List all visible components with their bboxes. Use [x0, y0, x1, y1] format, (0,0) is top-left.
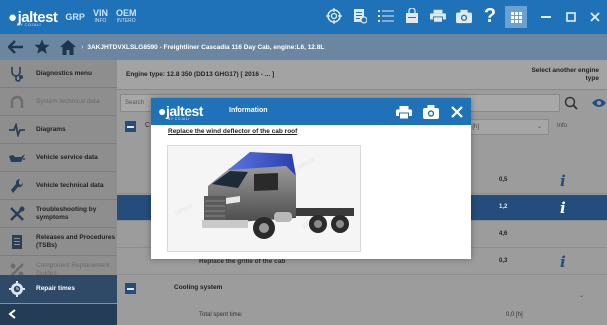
- total-value: 0,0 [h]: [506, 312, 523, 318]
- dialog-title: Information: [229, 107, 268, 114]
- maximize-button[interactable]: [562, 8, 580, 26]
- dialog-logo-subtitle: BY COJALI: [168, 117, 190, 121]
- info-icon[interactable]: i: [560, 172, 566, 190]
- breadcrumb: 3AKJHTDVXLSLG8590 - Freightliner Cascadi…: [87, 43, 325, 51]
- sidebar-item-label: Troubleshooting by symptoms: [36, 206, 97, 221]
- apps-icon[interactable]: [505, 6, 527, 28]
- search-icon[interactable]: [562, 94, 580, 112]
- sidebar-item-label: Releases and Procedures (TSBs): [36, 234, 116, 249]
- top-nav: GRP VIN INFO OEM INTERO: [65, 9, 136, 25]
- minimize-button[interactable]: [537, 8, 555, 26]
- eye-icon[interactable]: [590, 94, 607, 112]
- section-collapse-checkbox[interactable]: [125, 283, 136, 294]
- top-icon-group: ?: [326, 6, 498, 26]
- camera-icon[interactable]: [421, 102, 441, 122]
- svg-text:jaltest: jaltest: [173, 203, 193, 218]
- stethoscope-icon: [8, 65, 26, 83]
- info-icon[interactable]: i: [560, 253, 566, 271]
- sidebar-item-label: Vehicle service data: [36, 153, 98, 161]
- document-icon[interactable]: [352, 7, 368, 25]
- info-icon[interactable]: i: [560, 199, 566, 217]
- back-icon: [8, 306, 16, 324]
- printer-icon[interactable]: [394, 102, 414, 122]
- sidebar-item-vehicle-technical-data[interactable]: Vehicle technical data: [0, 172, 117, 200]
- sidebar-item-troubleshooting[interactable]: Troubleshooting by symptoms: [0, 200, 117, 228]
- favorite-star-icon[interactable]: [32, 37, 52, 57]
- sidebar-item-label: Diagrams: [36, 125, 66, 133]
- gear-clock-icon: [8, 280, 26, 298]
- diagram-icon: [8, 121, 26, 139]
- close-icon[interactable]: [447, 102, 467, 122]
- top-bar: ● jaltest BY COJALI GRP VIN INFO OEM INTERO…: [0, 0, 607, 34]
- back-arrow-icon[interactable]: [6, 37, 26, 57]
- section-row-cooling[interactable]: Cooling system: [117, 276, 607, 302]
- home-icon[interactable]: [58, 37, 78, 57]
- engine-type-row: Engine type: 12.8 350 (DD13 GHG17) [ 201…: [117, 60, 607, 90]
- sidebar-item-label: Vehicle technical data: [36, 181, 104, 189]
- time-value: 0,5: [499, 177, 508, 183]
- breadcrumb-bar: › 3AKJHTDVXLSLG8590 - Freightliner Casca…: [0, 34, 607, 60]
- truck-image: jaltestjaltestjaltest jaltestjaltest: [167, 145, 361, 252]
- sidebar-item-repair-times[interactable]: Repair times: [0, 275, 117, 303]
- sidebar-item-vehicle-service-data[interactable]: Vehicle service data: [0, 144, 117, 172]
- information-dialog: ●jaltest BY COJALI Information Replace t…: [151, 98, 471, 259]
- target-icon[interactable]: [326, 7, 342, 25]
- grp-button[interactable]: GRP: [65, 13, 85, 22]
- time-value: 4,6: [499, 231, 508, 237]
- sidebar-item-system-technical-data[interactable]: System technical data: [0, 88, 117, 116]
- section-title-fragment: C: [145, 122, 151, 129]
- shopping-bag-icon[interactable]: [404, 7, 420, 25]
- sidebar-item-releases-tsbs[interactable]: Releases and Procedures (TSBs): [0, 228, 117, 256]
- section-title: Cooling system: [174, 284, 223, 291]
- close-window-button[interactable]: [586, 8, 604, 26]
- time-value: 0,3: [499, 258, 508, 264]
- sidebar: Diagnostics menu System technical data D…: [0, 60, 117, 325]
- vin-info-button[interactable]: VIN INFO: [93, 9, 108, 25]
- oil-can-icon: [8, 149, 26, 167]
- camera-icon[interactable]: [456, 7, 472, 25]
- chevron-right-icon: ›: [81, 43, 84, 51]
- bulletin-icon: [8, 233, 26, 251]
- dialog-caption: Replace the wind deflector of the cab ro…: [168, 128, 298, 135]
- printer-icon[interactable]: [430, 7, 446, 25]
- wrench-icon: [8, 177, 26, 195]
- total-label: Total spent time:: [199, 312, 243, 318]
- svg-text:jaltest: jaltest: [295, 157, 315, 172]
- time-value: 1,2: [499, 204, 508, 210]
- chevron-down-icon: ⌄: [536, 124, 542, 130]
- sidebar-item-diagrams[interactable]: Diagrams: [0, 116, 117, 144]
- info-column-header: Info: [557, 123, 568, 129]
- list-icon[interactable]: [378, 7, 394, 25]
- sidebar-back-button[interactable]: [0, 304, 117, 325]
- row-description: Replace the grille of the cab: [199, 258, 286, 265]
- tools-icon: [8, 205, 26, 223]
- dialog-header: ●jaltest BY COJALI Information: [151, 98, 471, 125]
- sidebar-item-diagnostics-menu[interactable]: Diagnostics menu: [0, 60, 117, 88]
- oem-intero-button[interactable]: OEM INTERO: [116, 9, 137, 25]
- logo-subtitle: BY COJALI: [17, 22, 41, 27]
- sidebar-item-label: Repair times: [36, 285, 76, 293]
- total-row: Total spent time: 0,0 [h]: [117, 307, 607, 325]
- select-another-engine-button[interactable]: Select another engine type: [529, 67, 599, 83]
- horseshoe-icon: [8, 93, 26, 111]
- scroll-down-icon[interactable]: ⌄: [579, 292, 584, 299]
- help-icon[interactable]: ?: [482, 6, 498, 26]
- section-collapse-checkbox[interactable]: [125, 121, 136, 132]
- engine-type-label: Engine type: 12.8 350 (DD13 GHG17) [ 201…: [126, 71, 275, 78]
- sidebar-item-label: Diagnostics menu: [36, 69, 92, 77]
- sidebar-item-label: System technical data: [36, 97, 100, 105]
